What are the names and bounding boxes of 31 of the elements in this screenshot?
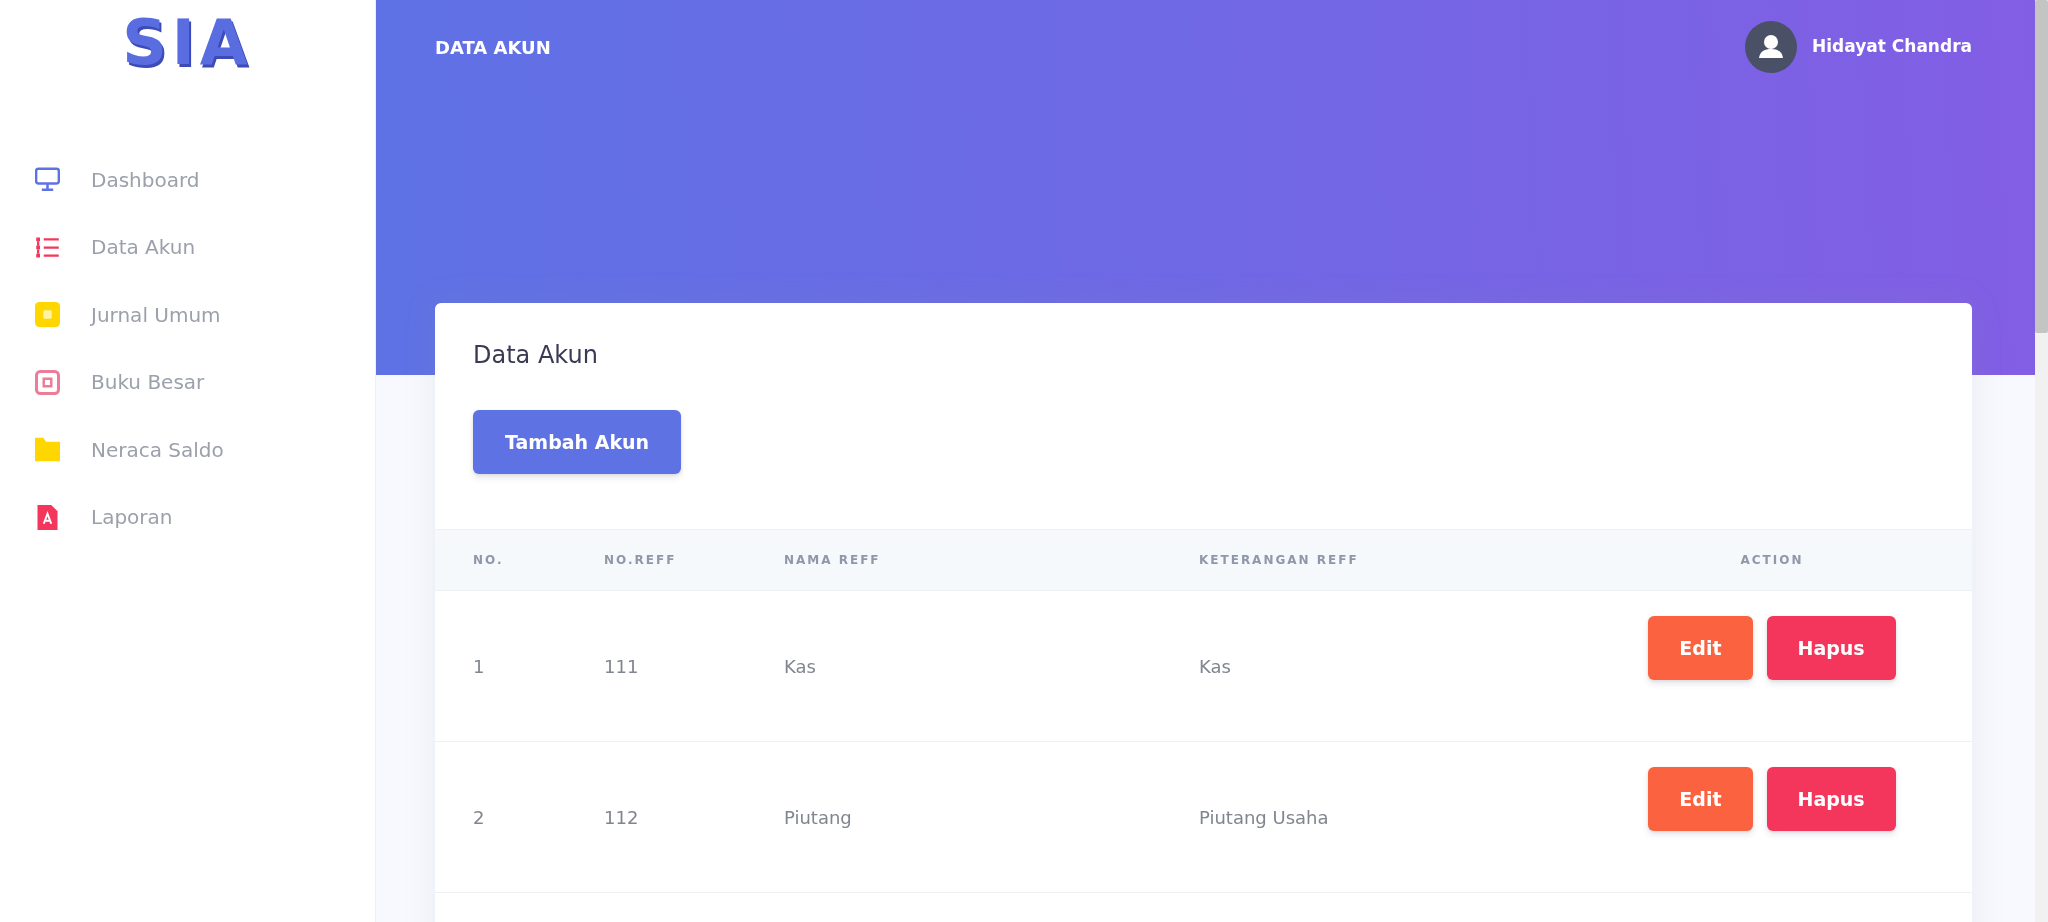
table-cell: Kas [1161, 590, 1572, 742]
add-account-button[interactable]: Tambah Akun [473, 410, 682, 474]
sidebar-link[interactable]: Neraca Saldo [0, 416, 375, 484]
table-cell: 1 [435, 590, 566, 742]
user-menu[interactable]: Hidayat Chandra [1745, 21, 1972, 73]
delete-button[interactable]: Hapus [1766, 767, 1896, 831]
edit-button[interactable]: Edit [1648, 616, 1753, 680]
table-cell: Kas [746, 590, 1161, 742]
table-cell: Piutang [746, 741, 1161, 893]
column-header: KETERANGAN REFF [1161, 529, 1572, 591]
table-cell: 112 [566, 741, 746, 893]
table-cell: Piutang Usaha [1161, 741, 1572, 893]
card-title: Data Akun [473, 341, 599, 369]
sidebar-link[interactable]: Laporan [0, 483, 375, 551]
column-header: NO. [435, 529, 566, 591]
sidebar-link[interactable]: Data Akun [0, 213, 375, 281]
delete-button[interactable]: Hapus [1766, 616, 1896, 680]
avatar-icon [1745, 21, 1798, 73]
scrollbar[interactable] [2035, 0, 2048, 922]
page-title: DATA AKUN [435, 35, 551, 60]
scrollbar-thumb[interactable] [2035, 0, 2048, 333]
table-cell: 111 [566, 590, 746, 742]
sidebar-link[interactable]: Buku Besar [0, 348, 375, 416]
column-header: NO.REFF [566, 529, 746, 591]
column-header: NAMA REFF [746, 529, 1161, 591]
table-cell: 2 [435, 741, 566, 893]
logo: SIA [121, 12, 254, 74]
edit-button[interactable]: Edit [1648, 767, 1753, 831]
sidebar-link[interactable]: Jurnal Umum [0, 281, 375, 349]
column-header: ACTION [1572, 529, 1972, 591]
sidebar-link[interactable]: Dashboard [0, 146, 375, 214]
